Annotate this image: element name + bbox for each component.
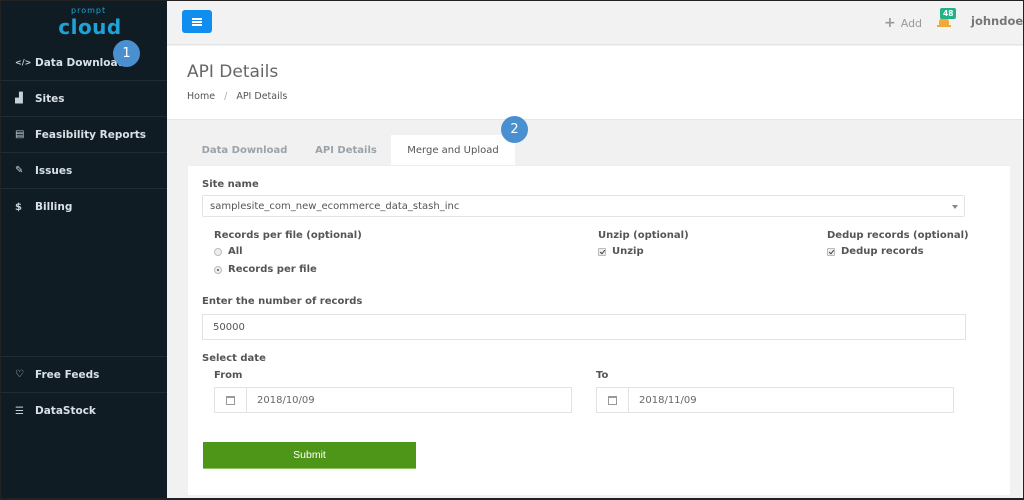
checkbox-dedup[interactable]: Dedup records [827,246,924,257]
callout-badge-1: 1 [113,40,140,67]
callout-badge-2: 2 [501,116,528,143]
tab-bar: Data Download API Details Merge and Uplo… [188,135,515,165]
area-chart-icon: ▟ [15,93,23,104]
sidebar-item-label: Sites [35,92,65,105]
records-per-file-label: Records per file (optional) [214,230,362,241]
calendar-icon [608,395,617,405]
to-date-value: 2018/11/09 [639,394,697,406]
tab-data-download[interactable]: Data Download [188,135,301,165]
to-date-input[interactable]: 2018/11/09 [596,387,954,413]
edit-icon: ✎ [15,165,24,176]
site-name-label: Site name [202,179,259,190]
sidebar-item-label: Billing [35,201,73,213]
to-date-addon[interactable] [597,388,629,412]
sidebar-bottom-group: ♡ Free Feeds ☰ DataStock [1,356,167,429]
sidebar-item-label: Data Download [35,56,126,69]
site-name-value: samplesite_com_new_ecommerce_data_stash_… [210,200,460,212]
site-name-select[interactable]: samplesite_com_new_ecommerce_data_stash_… [202,195,965,217]
logo-prompt-text: prompt [71,6,107,15]
from-date-input[interactable]: 2018/10/09 [214,387,572,413]
chevron-down-icon [952,205,958,209]
sidebar-item-label: Feasibility Reports [35,128,147,141]
file-text-icon: ▤ [15,129,25,140]
heart-icon: ♡ [15,369,24,380]
num-records-label: Enter the number of records [202,296,363,307]
sidebar-item-label: Free Feeds [35,368,100,381]
radio-label: Records per file [228,264,317,275]
checkbox-label: Dedup records [841,246,924,257]
checkbox[interactable] [827,247,835,256]
calendar-icon [226,395,235,405]
radio-label: All [228,246,243,257]
sidebar-item-datastock[interactable]: ☰ DataStock [1,393,167,429]
logo[interactable]: prompt cloud [1,1,167,45]
database-icon: ☰ [15,405,24,417]
tab-api-details[interactable]: API Details [301,135,391,165]
num-records-value: 50000 [213,321,245,333]
radio-all[interactable]: All [214,246,243,257]
breadcrumb-home-link[interactable]: Home [187,91,215,102]
unzip-label: Unzip (optional) [598,230,689,241]
sidebar-item-sites[interactable]: ▟ Sites [1,81,167,117]
sidebar-item-feasibility-reports[interactable]: ▤ Feasibility Reports [1,117,167,153]
plus-icon: + [884,15,896,31]
sidebar-item-free-feeds[interactable]: ♡ Free Feeds [1,357,167,393]
checkbox-label: Unzip [612,246,644,257]
logo-cloud-text: cloud [58,15,122,39]
sidebar-item-issues[interactable]: ✎ Issues [1,153,167,189]
radio-button[interactable] [214,265,222,274]
breadcrumb: Home / API Details [187,91,287,102]
sidebar-item-label: DataStock [35,405,96,417]
breadcrumb-current: API Details [236,91,288,102]
page-header: API Details Home / API Details [167,46,1023,120]
radio-records-per-file[interactable]: Records per file [214,264,317,275]
menu-toggle-button[interactable] [182,10,212,33]
tab-merge-and-upload[interactable]: Merge and Upload [391,135,515,165]
radio-button[interactable] [214,247,222,256]
submit-button[interactable]: Submit [203,442,416,469]
checkbox-unzip[interactable]: Unzip [598,246,644,257]
sidebar-item-label: Issues [35,164,73,177]
app-window: prompt cloud </> Data Download 1 ▟ Sites… [1,1,1023,498]
from-date-addon[interactable] [215,388,247,412]
num-records-input[interactable]: 50000 [202,314,966,340]
user-menu[interactable]: johndoe@ [971,14,1023,28]
code-icon: </> [15,58,32,67]
dollar-icon: $ [15,201,22,213]
select-date-label: Select date [202,353,266,364]
sidebar-item-data-download[interactable]: </> Data Download 1 [1,40,167,81]
merge-upload-form: Site name samplesite_com_new_ecommerce_d… [188,165,1010,495]
add-button[interactable]: + Add [884,15,922,31]
from-date-value: 2018/10/09 [257,394,315,406]
checkbox[interactable] [598,247,606,256]
from-label: From [214,370,243,381]
sidebar-item-billing[interactable]: $ Billing [1,189,167,225]
hamburger-icon [192,20,202,23]
page-title: API Details [187,62,279,82]
add-label: Add [900,16,923,30]
breadcrumb-separator: / [224,91,228,102]
dedup-label: Dedup records (optional) [827,230,969,241]
notification-count-badge: 48 [940,8,957,19]
top-bar: + Add 48 johndoe@ [167,1,1023,45]
sidebar: prompt cloud </> Data Download 1 ▟ Sites… [1,1,167,498]
to-label: To [596,370,609,381]
